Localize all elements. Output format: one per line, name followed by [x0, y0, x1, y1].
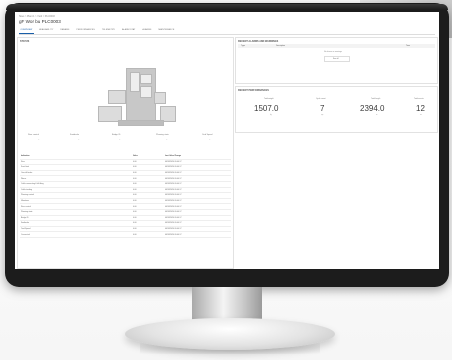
status-card-value: --: [38, 139, 40, 141]
table-cell: 0.00: [132, 231, 164, 238]
status-card-label: Bridge ID: [112, 134, 121, 136]
performance-unit: kg: [270, 115, 272, 116]
tab-alarms[interactable]: ALARMS: [141, 29, 153, 34]
tab-overview[interactable]: OVERVIEW: [19, 29, 34, 34]
performance-value: 1507.0: [254, 104, 279, 113]
alarms-empty-text: No alarms or warnings: [324, 51, 342, 53]
alarms-panel: RECENT ALARMS AND WARNINGS Type Descript…: [235, 37, 438, 84]
status-card-label: Planning state: [156, 134, 169, 136]
status-card-label: Footbrake: [70, 134, 80, 136]
performance-value: 7: [320, 104, 325, 113]
status-panel: STATUS Rear control -- Footbrake -- Brid…: [17, 37, 234, 269]
monitor-chin: [15, 273, 439, 283]
page-title: gF Wor bu PLC0003: [19, 19, 61, 24]
see-all-button[interactable]: See all: [324, 56, 350, 62]
screen: Sites > Plant 1 > Yard > PLC0003 gF Wor …: [15, 12, 439, 269]
status-card-label: Yard Speed: [202, 134, 213, 136]
performance-value: 12: [416, 104, 425, 113]
machine-diagram: [88, 68, 198, 128]
performances-panel-title: RECENT PERFORMANCES: [238, 88, 269, 92]
product-photo-background: Sites > Plant 1 > Yard > PLC0003 gF Wor …: [0, 0, 452, 360]
tab-availability[interactable]: AVAILABILITY: [38, 29, 55, 34]
monitor-stand-base: [125, 318, 335, 350]
performance-value: 2394.0: [360, 104, 385, 113]
performance-unit: ev: [420, 115, 422, 116]
bezel-highlight: [6, 4, 448, 10]
status-panel-title: STATUS: [20, 39, 30, 43]
tab-bar: OVERVIEW AVAILABILITY PARAMS PERFORMANCE…: [19, 29, 435, 35]
monitor: Sites > Plant 1 > Yard > PLC0003 gF Wor …: [5, 3, 449, 287]
tab-params[interactable]: PARAMS: [59, 29, 71, 34]
alarms-panel-title: RECENT ALARMS AND WARNINGS: [238, 39, 279, 43]
alarms-col-type: Type: [241, 44, 245, 47]
tab-alarm-stat[interactable]: ALARM STAT: [120, 29, 136, 34]
performance-label: Total length: [371, 98, 381, 100]
table-cell: Connected: [20, 231, 132, 238]
tab-telemetry[interactable]: TELEMETRY: [100, 29, 116, 34]
table-cell: 06/18/2020 09:40:17: [164, 231, 231, 238]
performance-label: Cycle count: [316, 98, 326, 100]
status-table: Indication Value Last Value Change Rear 0…: [20, 154, 231, 238]
status-card-value: --: [119, 139, 121, 141]
breadcrumb[interactable]: Sites > Plant 1 > Yard > PLC0003: [19, 15, 55, 18]
performance-label: Total events: [414, 98, 424, 100]
alarms-col-time: Time: [406, 44, 410, 47]
performance-unit: m: [376, 115, 378, 116]
see-all-label: See all: [333, 57, 339, 60]
status-card-value: --: [209, 139, 211, 141]
performances-panel: RECENT PERFORMANCES Total weight 1507.0 …: [235, 86, 438, 133]
status-card-label: Rear control: [28, 134, 39, 136]
performance-unit: cyc: [321, 115, 324, 116]
status-card-value: --: [78, 139, 80, 141]
tab-performances[interactable]: PERFORMANCES: [75, 29, 96, 34]
status-card-value: --: [166, 139, 168, 141]
table-row: Connected 0.00 06/18/2020 09:40:17: [20, 231, 231, 238]
tab-maintenance[interactable]: MAINTENANCE: [157, 29, 176, 34]
performance-label: Total weight: [264, 98, 274, 100]
alarms-col-description: Description: [276, 44, 285, 47]
